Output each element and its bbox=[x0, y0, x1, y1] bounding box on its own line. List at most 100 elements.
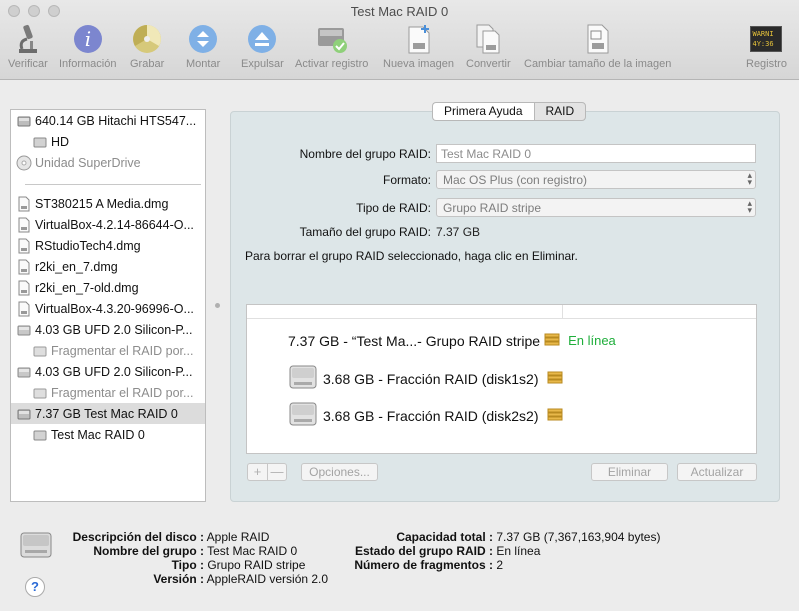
sidebar-item-label: VirtualBox-4.3.20-96996-O... bbox=[35, 301, 194, 316]
info-value: En línea bbox=[496, 544, 541, 558]
sidebar-item-label: Fragmentar el RAID por... bbox=[51, 385, 194, 400]
tab-raid[interactable]: RAID bbox=[533, 102, 587, 121]
window-toolbar: Test Mac RAID 0 Verificar i Información … bbox=[0, 0, 799, 80]
sidebar-separator bbox=[25, 184, 201, 185]
mount-button[interactable]: Montar bbox=[186, 22, 220, 76]
info-fragment-count: Número de fragmentos : 2 bbox=[330, 558, 503, 572]
sidebar-item-label: 4.03 GB UFD 2.0 Silicon-P... bbox=[35, 322, 193, 337]
sidebar-item-hitachi-disk[interactable]: 640.14 GB Hitachi HTS547... bbox=[11, 110, 205, 131]
raid-set-row[interactable]: 7.37 GB - “Test Ma...- Grupo RAID stripe… bbox=[288, 331, 616, 350]
sidebar-item-raid-slice-2[interactable]: Fragmentar el RAID por... bbox=[11, 382, 205, 403]
volume-icon bbox=[32, 385, 48, 401]
new-image-icon bbox=[401, 22, 435, 56]
sidebar-item-image-virtualbox-4320[interactable]: VirtualBox-4.3.20-96996-O... bbox=[11, 298, 205, 319]
raid-type-select[interactable]: Grupo RAID stripe ▴ ▾ bbox=[436, 198, 756, 217]
info-value: 7.37 GB (7,367,163,904 bytes) bbox=[496, 530, 661, 544]
enable-journaling-icon bbox=[315, 22, 349, 56]
new-image-label: Nueva imagen bbox=[383, 58, 454, 70]
format-label: Formato: bbox=[382, 173, 431, 187]
chevron-updown-icon: ▴ ▾ bbox=[747, 198, 752, 215]
raid-size-value: 7.37 GB bbox=[436, 225, 481, 239]
new-image-button[interactable]: Nueva imagen bbox=[383, 22, 454, 76]
sidebar-item-superdrive[interactable]: Unidad SuperDrive bbox=[11, 152, 205, 173]
disk-image-icon bbox=[16, 301, 32, 317]
tab-bar: Primera Ayuda RAID bbox=[432, 102, 587, 121]
options-button[interactable]: Opciones... bbox=[301, 463, 378, 481]
sidebar-item-label: RStudioTech4.dmg bbox=[35, 238, 141, 253]
info-group-name: Nombre del grupo : Test Mac RAID 0 bbox=[40, 544, 297, 558]
sidebar-item-raid-set[interactable]: 7.37 GB Test Mac RAID 0 bbox=[11, 403, 205, 424]
sidebar-item-label: 4.03 GB UFD 2.0 Silicon-P... bbox=[35, 364, 193, 379]
sidebar-item-image-rstudiotech4[interactable]: RStudioTech4.dmg bbox=[11, 235, 205, 256]
update-button[interactable]: Actualizar bbox=[677, 463, 757, 481]
sidebar-item-ufd-1[interactable]: 4.03 GB UFD 2.0 Silicon-P... bbox=[11, 319, 205, 340]
tab-first-aid[interactable]: Primera Ayuda bbox=[432, 102, 534, 121]
burn-button[interactable]: Grabar bbox=[130, 22, 164, 76]
sidebar-item-ufd-2[interactable]: 4.03 GB UFD 2.0 Silicon-P... bbox=[11, 361, 205, 382]
convert-button[interactable]: Convertir bbox=[466, 22, 511, 76]
format-select-value: Mac OS Plus (con registro) bbox=[443, 173, 588, 187]
help-button[interactable]: ? bbox=[25, 577, 45, 597]
sidebar-item-image-st380215[interactable]: ST380215 A Media.dmg bbox=[11, 193, 205, 214]
log-label: Registro bbox=[746, 58, 787, 70]
disk-image-icon bbox=[16, 238, 32, 254]
microscope-icon bbox=[11, 22, 45, 56]
sidebar-item-raid-slice-1[interactable]: Fragmentar el RAID por... bbox=[11, 340, 205, 361]
verify-label: Verificar bbox=[8, 58, 48, 70]
raid-type-label: Tipo de RAID: bbox=[356, 201, 431, 215]
info-raid-state: Estado del grupo RAID : En línea bbox=[330, 544, 540, 558]
disk-image-icon bbox=[16, 217, 32, 233]
superdrive-icon bbox=[16, 155, 32, 171]
info-description: Descripción del disco : Apple RAID bbox=[40, 530, 270, 544]
info-label: Número de fragmentos : bbox=[354, 558, 493, 572]
format-select[interactable]: Mac OS Plus (con registro) ▴ ▾ bbox=[436, 170, 756, 189]
sidebar-item-raid-volume[interactable]: Test Mac RAID 0 bbox=[11, 424, 205, 445]
delete-button[interactable]: Eliminar bbox=[591, 463, 668, 481]
volume-icon bbox=[32, 427, 48, 443]
raid-status: En línea bbox=[568, 333, 616, 348]
sidebar-item-hd[interactable]: HD bbox=[11, 131, 205, 152]
resize-image-label: Cambiar tamaño de la imagen bbox=[524, 58, 672, 70]
convert-icon bbox=[471, 22, 505, 56]
resize-image-button[interactable]: Cambiar tamaño de la imagen bbox=[524, 22, 671, 76]
enable-journaling-button[interactable]: Activar registro bbox=[295, 22, 368, 76]
info-value: Apple RAID bbox=[206, 530, 270, 544]
raid-member-label: 3.68 GB - Fracción RAID (disk2s2) bbox=[323, 407, 539, 424]
raid-member-disk-icon bbox=[289, 362, 317, 395]
info-value: Grupo RAID stripe bbox=[207, 558, 306, 572]
volume-icon bbox=[32, 134, 48, 150]
eject-button[interactable]: Expulsar bbox=[241, 22, 284, 76]
split-view-handle[interactable] bbox=[215, 303, 220, 308]
sidebar-item-label: HD bbox=[51, 134, 70, 149]
delete-instructions: Para borrar el grupo RAID seleccionado, … bbox=[245, 249, 578, 263]
info-label: Estado del grupo RAID : bbox=[355, 544, 493, 558]
raid-member-row[interactable]: 3.68 GB - Fracción RAID (disk1s2) bbox=[289, 362, 563, 395]
info-button[interactable]: i Información bbox=[59, 22, 116, 76]
burn-disc-icon bbox=[130, 22, 164, 56]
log-button[interactable]: WARNI 4Y:36 Registro bbox=[746, 22, 787, 76]
mount-label: Montar bbox=[186, 58, 221, 70]
window-title: Test Mac RAID 0 bbox=[350, 4, 449, 19]
resize-image-icon bbox=[581, 22, 615, 56]
eject-icon bbox=[245, 22, 279, 56]
sidebar-item-image-r2ki-en-7-old[interactable]: r2ki_en_7-old.dmg bbox=[11, 277, 205, 298]
raid-member-disk-icon bbox=[289, 399, 317, 432]
raid-name-input[interactable] bbox=[436, 144, 756, 163]
format-row: Formato: Mac OS Plus (con registro) ▴ ▾ bbox=[230, 170, 780, 190]
sidebar-item-image-virtualbox-4214[interactable]: VirtualBox-4.2.14-86644-O... bbox=[11, 214, 205, 235]
list-header bbox=[247, 305, 756, 319]
info-label: Descripción del disco : bbox=[72, 530, 204, 544]
raid-member-row[interactable]: 3.68 GB - Fracción RAID (disk2s2) bbox=[289, 399, 563, 432]
verify-button[interactable]: Verificar bbox=[8, 22, 48, 76]
raid-members-list[interactable]: 7.37 GB - “Test Ma...- Grupo RAID stripe… bbox=[246, 304, 757, 454]
add-button[interactable]: + bbox=[247, 463, 267, 481]
raid-slice-icon bbox=[547, 406, 563, 425]
sidebar-item-image-r2ki-en-7[interactable]: r2ki_en_7.dmg bbox=[11, 256, 205, 277]
info-label: Versión : bbox=[153, 572, 204, 586]
remove-button[interactable]: — bbox=[267, 463, 287, 481]
burn-label: Grabar bbox=[130, 58, 165, 70]
mount-icon bbox=[186, 22, 220, 56]
volume-icon bbox=[32, 343, 48, 359]
info-label: Tipo : bbox=[171, 558, 204, 572]
info-label: Capacidad total : bbox=[396, 530, 493, 544]
